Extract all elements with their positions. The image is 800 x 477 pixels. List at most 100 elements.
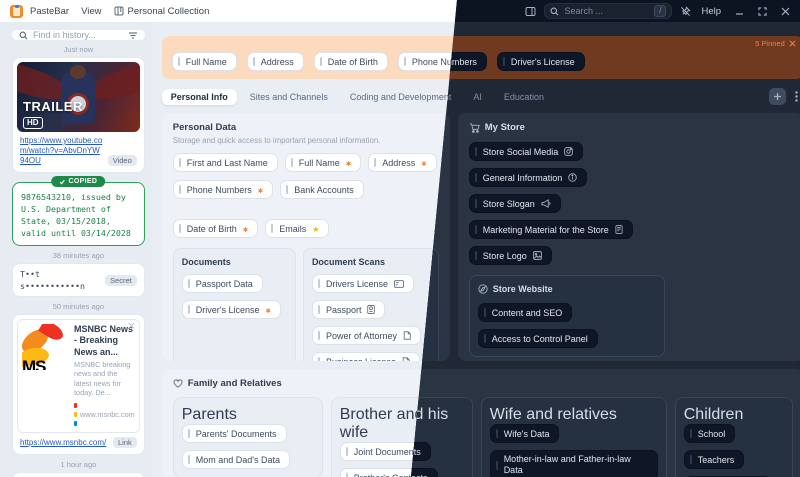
clip-bank-accounts[interactable]: Bank Accounts (280, 180, 364, 199)
clip-address[interactable]: Address (368, 153, 436, 172)
tab-personal-info[interactable]: Personal Info (162, 89, 237, 105)
clip-phone-numbers[interactable]: Phone Numbers (173, 180, 274, 199)
youtube-link[interactable]: https://www.youtube.com/watch?v=AbvDnYW9… (20, 136, 104, 166)
board-tabs: Personal Info Sites and Channels Coding … (162, 86, 800, 107)
app-logo-icon (10, 5, 23, 18)
social-media-icon (564, 147, 573, 156)
clip-access-control-panel[interactable]: Access to Control Panel (478, 329, 598, 348)
group-parents: Parents Parents' Documents Mom and Dad's… (173, 397, 323, 477)
maximize-button[interactable] (758, 7, 767, 16)
preview-site: www.msnbc.com (74, 401, 135, 428)
collection-switcher[interactable]: Personal Collection (114, 6, 210, 17)
tab-coding-and-development[interactable]: Coding and Development (341, 89, 461, 105)
clip-brothers-contacts[interactable]: Brother's Contacts (340, 468, 438, 477)
clip-mom-and-dads-data[interactable]: Mom and Dad's Data (182, 450, 290, 469)
id-card-icon (394, 280, 404, 288)
board-menu-icon[interactable] (790, 88, 800, 105)
clip-emails[interactable]: Emails (265, 219, 329, 238)
panel-title: Family and Relatives (188, 378, 282, 389)
clip-passport-data[interactable]: Passport Data (182, 274, 263, 293)
pinned-clip-date-of-birth[interactable]: Date of Birth (314, 52, 388, 71)
history-item-address[interactable]: 742 Maple Grove Lane Riverside, CA 92501 (12, 472, 145, 477)
clip-mother-in-law-father-in-law[interactable]: Mother-in-law and Father-in-law Data (490, 450, 658, 477)
required-star-icon (346, 158, 351, 168)
search-shortcut-key: / (654, 5, 666, 17)
website-icon (478, 284, 488, 294)
add-tab-button[interactable] (769, 88, 786, 105)
pinned-clip-address[interactable]: Address (247, 52, 304, 71)
cart-icon (469, 123, 480, 133)
video-thumbnail: TRAILER HD (17, 62, 140, 132)
search-icon (19, 31, 28, 40)
clip-marketing-material[interactable]: Marketing Material for the Store (469, 220, 633, 239)
tab-ai[interactable]: AI (464, 89, 491, 105)
filter-icon[interactable] (128, 31, 138, 40)
clip-store-logo[interactable]: Store Logo (469, 246, 552, 265)
tab-education[interactable]: Education (495, 89, 553, 105)
help-menu[interactable]: Help (701, 6, 721, 17)
clip-drivers-license-scan[interactable]: Drivers License (312, 274, 414, 293)
history-item-video[interactable]: TRAILER HD https://www.youtube.com/watch… (12, 57, 145, 173)
clip-wifes-data[interactable]: Wife's Data (490, 424, 560, 443)
search-input[interactable]: Search ... / (544, 3, 672, 19)
clip-drivers-license[interactable]: Driver's License (182, 300, 281, 319)
msnbc-link[interactable]: https://www.msnbc.com/ (20, 438, 109, 448)
panel-family-and-relatives: Family and Relatives Parents Parents' Do… (162, 369, 800, 477)
history-item-copied[interactable]: COPIED 9876543210, issued by U.S. Depart… (12, 182, 145, 246)
clipboard-history-sidebar: Find in history... Just now TRAILER HD h… (0, 22, 153, 477)
group-children: Children School Teachers Network Access (675, 397, 793, 477)
time-group-label: Just now (12, 45, 145, 54)
clip-school[interactable]: School (684, 424, 736, 443)
required-star-icon (421, 158, 426, 168)
video-badge: Video (108, 155, 137, 166)
required-star-icon (243, 224, 248, 234)
panel-personal-data: Personal Data Storage and quick access t… (162, 113, 450, 361)
history-item-secret[interactable]: T••t s•••••••••••n Secret (12, 263, 145, 297)
megaphone-icon (541, 199, 551, 208)
clip-general-information[interactable]: General Information (469, 168, 588, 187)
pinned-bar: 5 Pinned Full Name Address Date of Birth… (162, 36, 800, 79)
pinned-clip-drivers-license[interactable]: Driver's License (497, 52, 585, 71)
unpin-all-icon[interactable] (789, 40, 796, 47)
clip-date-of-birth[interactable]: Date of Birth (173, 219, 258, 238)
clip-teachers[interactable]: Teachers (684, 450, 745, 469)
link-preview: MS MSNBC News - Breaking News an... MSNB… (17, 319, 140, 433)
close-icon[interactable] (128, 322, 135, 329)
pinned-clip-phone-numbers[interactable]: Phone Numbers (398, 52, 487, 71)
clip-first-and-last-name[interactable]: First and Last Name (173, 153, 278, 172)
clip-business-license-scan[interactable]: Business License (312, 352, 420, 361)
board-main: 5 Pinned Full Name Address Date of Birth… (153, 22, 800, 477)
menu-view[interactable]: View (81, 6, 101, 17)
pinned-clip-full-name[interactable]: Full Name (172, 52, 237, 71)
time-group-label: 50 minutes ago (12, 302, 145, 311)
find-in-history-input[interactable]: Find in history... (12, 30, 145, 40)
panel-subtitle: Storage and quick access to important pe… (173, 136, 439, 145)
image-icon (533, 251, 542, 260)
pin-off-icon[interactable] (680, 6, 691, 17)
group-wife-and-relatives: Wife and relatives Wife's Data Mother-in… (481, 397, 667, 477)
history-item-link[interactable]: MS MSNBC News - Breaking News an... MSNB… (12, 314, 145, 455)
clip-content-and-seo[interactable]: Content and SEO (478, 303, 573, 322)
clip-passport-scan[interactable]: Passport (312, 300, 386, 319)
clip-store-slogan[interactable]: Store Slogan (469, 194, 561, 213)
pastebar-window: PasteBar View Personal Collection Search… (0, 0, 800, 477)
panel-toggle-icon[interactable] (525, 6, 536, 17)
clip-full-name[interactable]: Full Name (285, 153, 361, 172)
pinned-count: 5 Pinned (755, 39, 796, 48)
preview-title: MSNBC News - Breaking News an... (74, 324, 135, 358)
tab-sites-and-channels[interactable]: Sites and Channels (241, 89, 337, 105)
check-icon (60, 179, 66, 185)
minimize-button[interactable] (735, 7, 744, 16)
clip-store-social-media[interactable]: Store Social Media (469, 142, 584, 161)
file-icon (403, 331, 411, 340)
required-star-icon (266, 305, 271, 315)
clip-power-of-attorney-scan[interactable]: Power of Attorney (312, 326, 421, 345)
panel-my-store: My Store Store Social Media General Info… (458, 113, 800, 361)
close-button[interactable] (781, 7, 790, 16)
required-star-icon (258, 185, 263, 195)
heart-icon (173, 379, 183, 388)
panel-title: Personal Data (173, 122, 439, 133)
clip-parents-documents[interactable]: Parents' Documents (182, 424, 287, 443)
group-brother-and-his-wife: Brother and his wife Joint Documents Bro… (331, 397, 473, 477)
clip-joint-documents[interactable]: Joint Documents (340, 442, 431, 461)
